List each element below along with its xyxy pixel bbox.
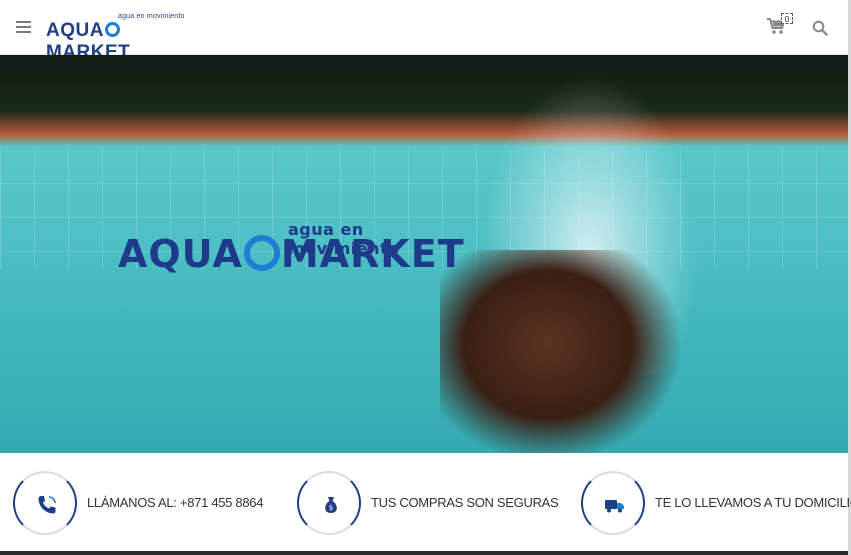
hero-water-drop-icon xyxy=(243,235,280,271)
cart-count-badge: 0 xyxy=(781,13,793,24)
swimmer-figure xyxy=(440,250,680,453)
feature-label: LLÁMANOS AL: +871 455 8864 xyxy=(87,495,264,510)
feature-circle xyxy=(13,471,77,535)
money-bag-icon: $ xyxy=(325,497,337,513)
hamburger-menu-icon[interactable] xyxy=(16,21,31,33)
delivery-truck-icon xyxy=(605,500,624,513)
next-section-edge xyxy=(0,551,848,555)
search-icon[interactable] xyxy=(812,20,828,36)
hero-logo: agua en movimiento AQUA MARKET xyxy=(118,220,468,280)
site-logo[interactable]: agua en movimiento AQUAMARKET xyxy=(46,12,196,63)
feature-circle: $ xyxy=(297,471,361,535)
phone-icon xyxy=(38,496,56,514)
feature-label: TE LO LLEVAMOS A TU DOMICILIO xyxy=(655,495,851,510)
feature-circle xyxy=(581,471,645,535)
hero-logo-wordmark: AQUA MARKET xyxy=(118,232,465,276)
logo-tagline: agua en movimiento xyxy=(118,13,185,20)
svg-text:$: $ xyxy=(329,504,333,512)
features-bar: LLÁMANOS AL: +871 455 8864 $ TUS COMPRAS… xyxy=(0,453,851,553)
hero-banner: agua en movimiento AQUA MARKET xyxy=(0,55,848,453)
water-drop-icon xyxy=(104,22,120,37)
site-header: agua en movimiento AQUAMARKET 0 xyxy=(0,0,848,63)
feature-label: TUS COMPRAS SON SEGURAS xyxy=(371,495,559,510)
